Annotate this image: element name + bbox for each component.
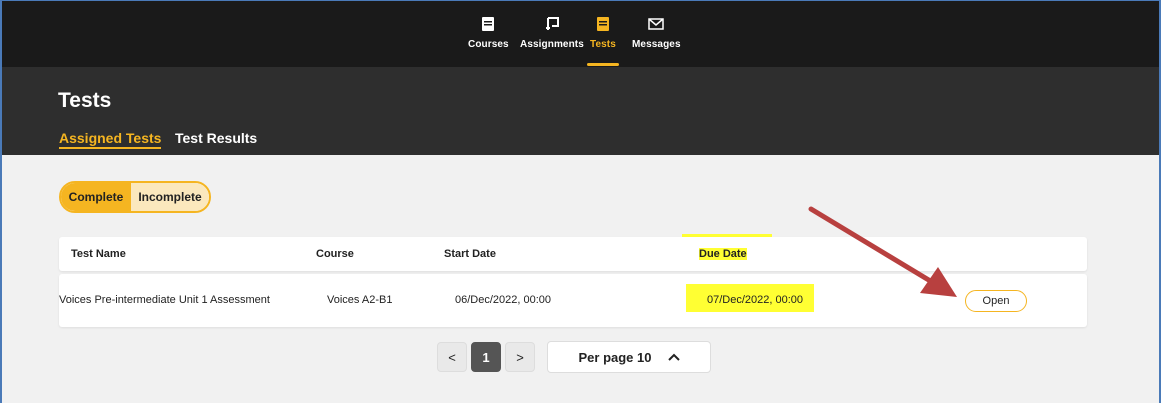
tests-icon bbox=[594, 15, 612, 33]
open-test-button[interactable]: Open bbox=[965, 290, 1027, 312]
nav-item-tests[interactable]: Tests bbox=[587, 15, 619, 67]
nav-item-courses[interactable]: Courses bbox=[468, 15, 509, 67]
next-page-button[interactable]: > bbox=[505, 342, 535, 372]
nav-label: Messages bbox=[632, 39, 681, 50]
nav-label: Assignments bbox=[520, 39, 584, 50]
filter-complete-button[interactable]: Complete bbox=[61, 183, 131, 211]
nav-label: Courses bbox=[468, 39, 509, 50]
cell-course: Voices A2-B1 bbox=[327, 294, 393, 306]
top-nav: Courses Assignments Tests Messages bbox=[2, 1, 1159, 67]
per-page-select[interactable]: Per page 10 bbox=[547, 341, 711, 373]
cell-start-date: 06/Dec/2022, 00:00 bbox=[455, 294, 552, 306]
column-header-course: Course bbox=[316, 248, 354, 260]
page-header: Tests Assigned Tests Test Results bbox=[2, 67, 1159, 155]
table-header: Test Name Course Start Date Due Date bbox=[59, 237, 1087, 271]
nav-item-assignments[interactable]: Assignments bbox=[520, 15, 584, 67]
column-header-due-date: Due Date bbox=[699, 248, 747, 260]
status-filter-toggle: Complete Incomplete bbox=[59, 181, 211, 213]
nav-label: Tests bbox=[590, 39, 616, 50]
cell-test-name: Voices Pre-intermediate Unit 1 Assessmen… bbox=[59, 294, 270, 306]
page-title: Tests bbox=[58, 89, 112, 112]
prev-page-button[interactable]: < bbox=[437, 342, 467, 372]
courses-icon bbox=[479, 15, 497, 33]
column-header-test-name: Test Name bbox=[71, 248, 126, 260]
assignments-icon bbox=[543, 15, 561, 33]
table-row: Voices Pre-intermediate Unit 1 Assessmen… bbox=[59, 274, 1087, 327]
chevron-up-icon bbox=[667, 353, 680, 361]
page-button-current[interactable]: 1 bbox=[471, 342, 501, 372]
per-page-label: Per page 10 bbox=[578, 349, 652, 365]
tab-assigned-tests[interactable]: Assigned Tests bbox=[59, 130, 162, 149]
cell-due-date: 07/Dec/2022, 00:00 bbox=[707, 294, 804, 306]
tab-test-results[interactable]: Test Results bbox=[175, 130, 257, 146]
messages-icon bbox=[647, 15, 665, 33]
column-header-start-date: Start Date bbox=[444, 248, 496, 260]
nav-item-messages[interactable]: Messages bbox=[632, 15, 681, 67]
filter-incomplete-button[interactable]: Incomplete bbox=[131, 183, 209, 211]
